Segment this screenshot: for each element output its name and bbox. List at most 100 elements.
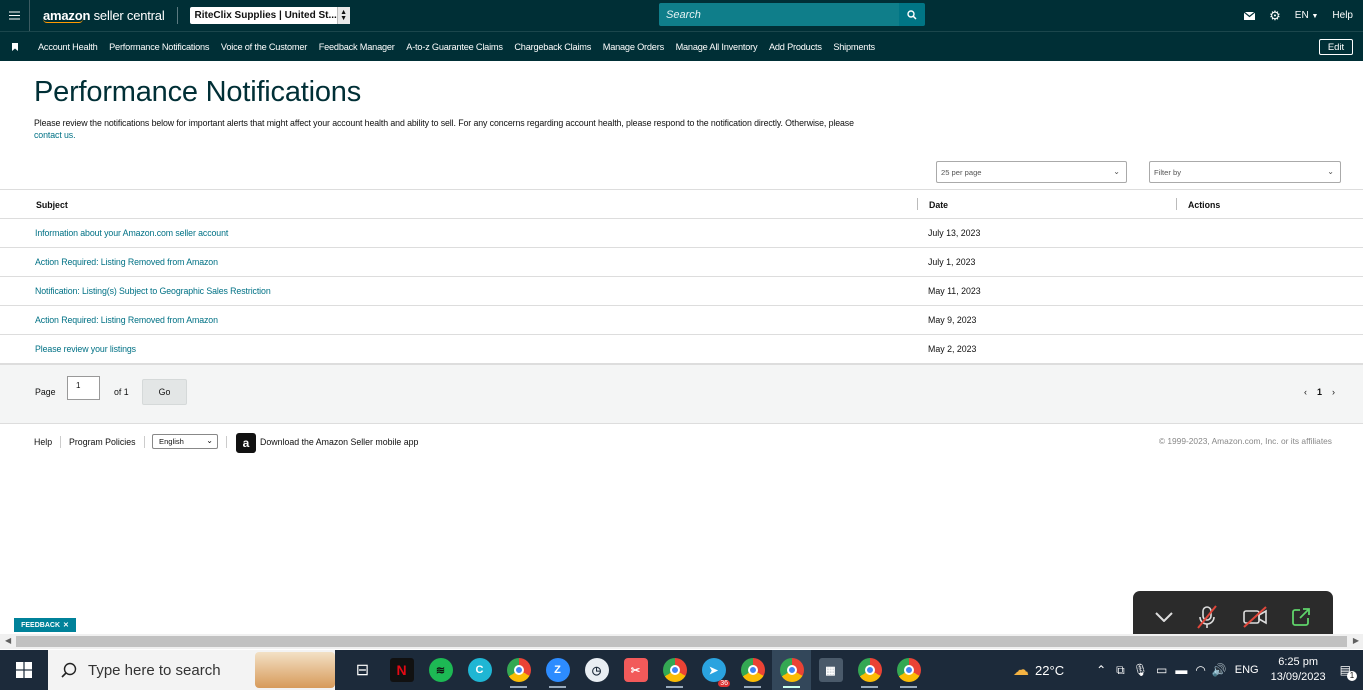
share-screen-icon[interactable] xyxy=(1291,607,1311,627)
nav-voice-of-customer[interactable]: Voice of the Customer xyxy=(221,42,307,52)
weather-icon[interactable]: ☁ xyxy=(1013,660,1029,680)
canva-icon[interactable]: C xyxy=(460,650,499,690)
next-page-icon[interactable]: › xyxy=(1332,387,1335,397)
close-icon[interactable]: ✕ xyxy=(63,621,69,629)
chrome-profile-l-icon[interactable] xyxy=(772,650,811,690)
meet-now-icon[interactable]: ⧉ xyxy=(1116,663,1125,678)
table-row: Action Required: Listing Removed from Am… xyxy=(0,306,1363,335)
top-header: amazon seller central RiteClix Supplies … xyxy=(0,0,1363,31)
table-header: Subject Date Actions xyxy=(0,189,1363,219)
notification-subject-link[interactable]: Information about your Amazon.com seller… xyxy=(35,228,228,238)
clock-app-icon[interactable]: ◷ xyxy=(577,650,616,690)
nav-add-products[interactable]: Add Products xyxy=(769,42,822,52)
language-selector[interactable]: EN ▼ xyxy=(1295,10,1319,21)
chrome-profile-m-icon[interactable] xyxy=(733,650,772,690)
snipping-tool-icon[interactable]: ✂ xyxy=(616,650,655,690)
notifications-table: Subject Date Actions Information about y… xyxy=(0,189,1363,364)
edit-nav-button[interactable]: Edit xyxy=(1319,39,1353,55)
nav-a-to-z-claims[interactable]: A-to-z Guarantee Claims xyxy=(406,42,503,52)
page-number-input[interactable]: 1 xyxy=(67,376,100,400)
chrome-icon[interactable] xyxy=(499,650,538,690)
microphone-icon[interactable]: 🎙 xyxy=(1133,663,1148,677)
nav-performance-notifications[interactable]: Performance Notifications xyxy=(109,42,209,52)
battery-icon[interactable]: ▬ xyxy=(1175,663,1187,677)
chrome-profile-icon[interactable] xyxy=(655,650,694,690)
nav-account-health[interactable]: Account Health xyxy=(38,42,98,52)
mail-icon[interactable] xyxy=(1244,11,1256,20)
nav-chargeback-claims[interactable]: Chargeback Claims xyxy=(514,42,591,52)
scrollbar-thumb[interactable] xyxy=(16,636,1347,647)
seller-central-logo[interactable]: amazon seller central xyxy=(43,9,165,23)
current-page[interactable]: 1 xyxy=(1317,387,1322,397)
gear-icon[interactable]: ⚙ xyxy=(1269,8,1281,24)
camera-off-icon[interactable] xyxy=(1242,606,1268,628)
zoom-icon[interactable]: Z xyxy=(538,650,577,690)
wifi-icon[interactable]: ◠ xyxy=(1195,663,1205,677)
search-button[interactable] xyxy=(899,3,925,26)
notification-subject-link[interactable]: Action Required: Listing Removed from Am… xyxy=(35,257,218,267)
logo-smile xyxy=(43,19,83,23)
header-subject[interactable]: Subject xyxy=(36,200,68,210)
task-view-icon[interactable]: ⊟ xyxy=(343,650,382,690)
prev-page-icon[interactable]: ‹ xyxy=(1304,387,1307,397)
notification-subject-link[interactable]: Please review your listings xyxy=(35,344,136,354)
spotify-icon[interactable]: ≋ xyxy=(421,650,460,690)
chrome-profile-r-icon[interactable] xyxy=(889,650,928,690)
download-app-link[interactable]: Download the Amazon Seller mobile app xyxy=(260,437,418,447)
header-date[interactable]: Date xyxy=(929,200,948,210)
notification-subject-link[interactable]: Notification: Listing(s) Subject to Geog… xyxy=(35,286,271,296)
nav-manage-orders[interactable]: Manage Orders xyxy=(603,42,664,52)
windows-start-icon[interactable] xyxy=(0,650,48,690)
notification-center-icon[interactable]: ▤ 1 xyxy=(1340,663,1357,681)
display-icon[interactable]: ▭ xyxy=(1156,663,1167,677)
scroll-left-icon[interactable]: ◀ xyxy=(5,636,11,645)
language-label: EN xyxy=(1294,10,1309,21)
filter-select[interactable]: Filter by ⌄ xyxy=(1149,161,1341,183)
footer-divider xyxy=(144,436,145,448)
contact-us-link[interactable]: contact us. xyxy=(34,130,76,140)
notification-subject-link[interactable]: Action Required: Listing Removed from Am… xyxy=(35,315,218,325)
nav-shipments[interactable]: Shipments xyxy=(833,42,875,52)
system-tray: ☁ 22°C ⌃ ⧉ 🎙 ▭ ▬ ◠ 🔊 ENG 6:25 pm 13/09/2… xyxy=(1013,650,1363,690)
mic-muted-icon[interactable] xyxy=(1196,605,1218,629)
telegram-icon[interactable]: ➤ 36 xyxy=(694,650,733,690)
search-placeholder: Search xyxy=(666,8,701,21)
taskbar-clock[interactable]: 6:25 pm 13/09/2023 xyxy=(1271,655,1326,685)
footer-language-select[interactable]: English ⌄ xyxy=(152,434,218,449)
column-divider xyxy=(917,198,918,210)
table-row: Notification: Listing(s) Subject to Geog… xyxy=(0,277,1363,306)
feedback-tab[interactable]: FEEDBACK ✕ xyxy=(14,618,76,632)
footer-policies-link[interactable]: Program Policies xyxy=(69,437,136,447)
taskbar-search-input[interactable]: Type here to search xyxy=(48,650,335,690)
bookmark-icon[interactable] xyxy=(0,42,30,51)
language-indicator[interactable]: ENG xyxy=(1235,664,1259,676)
bookmark-nav: Account Health Performance Notifications… xyxy=(0,31,1363,61)
scroll-right-icon[interactable]: ▶ xyxy=(1353,636,1359,645)
help-link[interactable]: Help xyxy=(1332,10,1353,21)
chevron-down-icon[interactable] xyxy=(1155,612,1173,622)
table-row: Action Required: Listing Removed from Am… xyxy=(0,248,1363,277)
per-page-select[interactable]: 25 per page ⌄ xyxy=(936,161,1127,183)
footer-help-link[interactable]: Help xyxy=(34,437,52,447)
footer-divider xyxy=(226,436,227,448)
search-input[interactable]: Search xyxy=(659,3,899,26)
horizontal-scrollbar[interactable]: ◀ ▶ xyxy=(0,634,1363,649)
page-intro: Please review the notifications below fo… xyxy=(34,117,884,141)
amazon-app-icon[interactable]: a xyxy=(236,433,256,453)
weather-temp[interactable]: 22°C xyxy=(1035,663,1064,678)
account-switcher[interactable]: RiteClix Supplies | United St... ▲ ▼ xyxy=(189,7,350,24)
go-button[interactable]: Go xyxy=(142,379,187,405)
nav-manage-inventory[interactable]: Manage All Inventory xyxy=(676,42,758,52)
nav-feedback-manager[interactable]: Feedback Manager xyxy=(319,42,395,52)
chevron-up-icon[interactable]: ⌃ xyxy=(1096,663,1106,677)
volume-icon[interactable]: 🔊 xyxy=(1212,663,1227,677)
calculator-icon[interactable]: ▦ xyxy=(811,650,850,690)
taskbar-apps: ⊟ N ≋ C Z ◷ ✂ ➤ 36 ▦ xyxy=(343,650,928,690)
notification-count: 1 xyxy=(1347,671,1357,681)
account-switcher-label: RiteClix Supplies | United St... xyxy=(194,10,337,21)
chevron-down-icon: ⌄ xyxy=(1113,167,1120,176)
menu-icon[interactable] xyxy=(0,0,30,31)
chrome-profile-s-icon[interactable] xyxy=(850,650,889,690)
netflix-icon[interactable]: N xyxy=(382,650,421,690)
chevron-down-icon: ⌄ xyxy=(1327,167,1334,176)
